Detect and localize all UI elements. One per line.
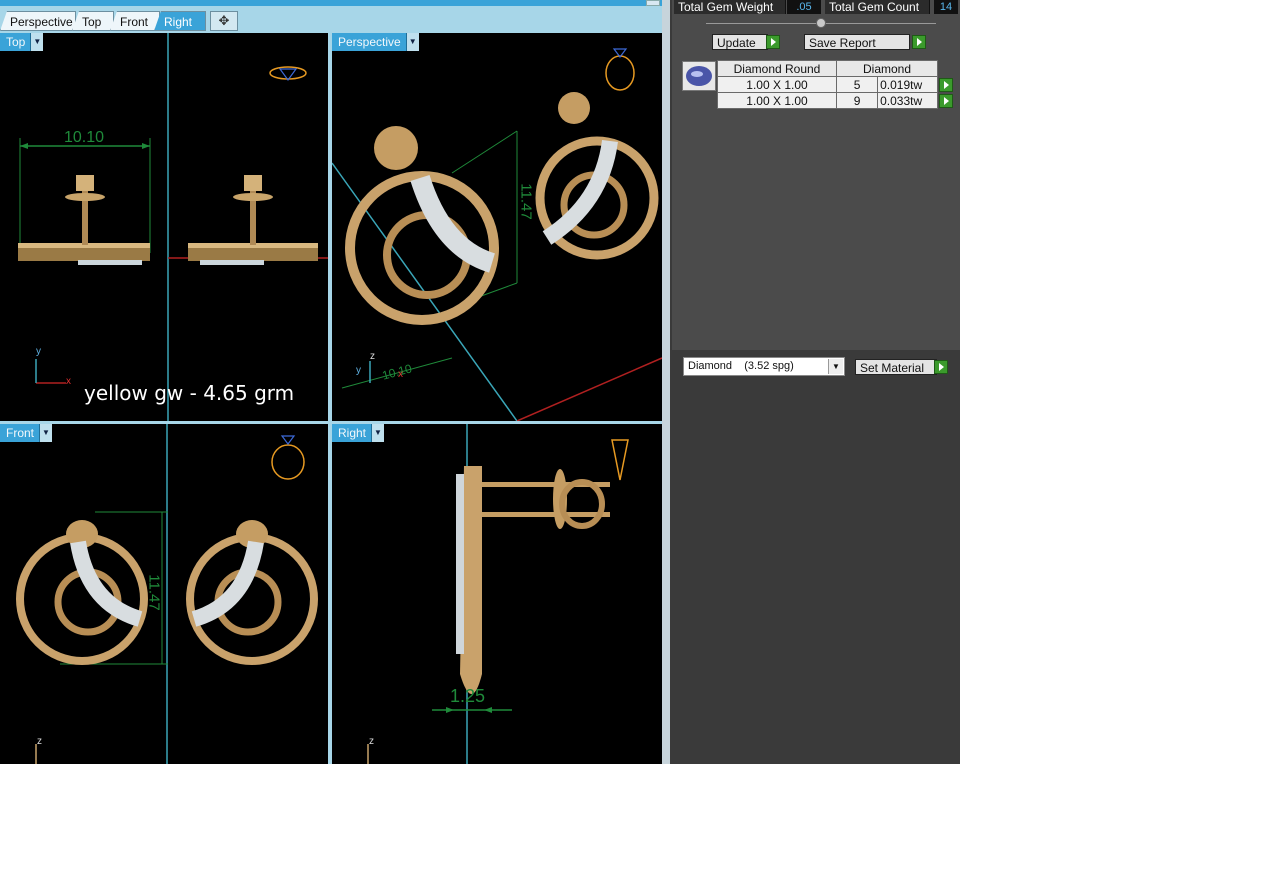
update-play-icon[interactable] [766,35,780,49]
perspective-view-render [332,48,662,421]
viewport-label-right[interactable]: Right ▼ [332,424,385,442]
gem-size: 1.00 X 1.00 [717,76,837,93]
total-gem-count-label: Total Gem Count [825,0,930,14]
chevron-down-icon[interactable]: ▼ [39,424,53,442]
total-gem-weight-value: .05 [787,0,821,14]
axis-label-x: x [66,376,71,387]
view-tab-bar: Perspective Top Front Right ✥ [0,6,662,33]
gem-count: 9 [835,92,879,109]
material-select-value: Diamond (3.52 spg) [688,360,794,372]
tab-perspective[interactable]: Perspective [0,11,76,31]
weight-caption: yellow gw - 4.65 grm [84,381,295,405]
total-gem-weight-label: Total Gem Weight [674,0,786,14]
front-view-render [16,424,318,764]
gem-table: Diamond Round Diamond 1.00 X 1.00 5 0.01… [717,60,955,109]
axis-label-z: z [370,351,375,362]
viewport-area: Top ▼ 10.10 y x yellow gw - 4.65 grm Per… [0,33,662,764]
chevron-down-icon[interactable]: ▼ [371,424,385,442]
diamond-round-icon [686,66,712,86]
row-play-icon[interactable] [939,93,953,108]
dimension-label: 11.47 [517,183,535,220]
gem-table-header-type: Diamond [836,60,938,77]
update-button[interactable]: Update [712,34,768,50]
gem-report-panel: Total Gem Weight .05 Total Gem Count 14 … [670,0,960,764]
plus-icon[interactable]: ✥ [210,11,238,31]
table-row[interactable]: 1.00 X 1.00 9 0.033tw [717,92,955,109]
viewport-top[interactable]: Top ▼ 10.10 y x yellow gw - 4.65 grm [0,33,328,421]
chevron-down-icon[interactable]: ▼ [30,33,44,51]
chevron-down-icon[interactable]: ▼ [828,359,843,374]
set-material-label: Set Material [860,361,925,375]
axis-label-z: z [369,736,374,747]
total-gem-count-value: 14 [934,0,958,14]
gem-count: 5 [835,76,879,93]
set-material-button[interactable]: Set Material [855,359,937,375]
panel-splitter[interactable] [662,0,670,764]
top-view-render [18,33,328,421]
viewport-label-top[interactable]: Top ▼ [0,33,44,51]
gem-report-upper: Total Gem Weight .05 Total Gem Count 14 … [672,0,960,350]
panel-slider-knob[interactable] [816,18,826,28]
set-material-play-icon[interactable] [934,360,948,374]
tab-front[interactable]: Front [110,11,160,31]
tab-top[interactable]: Top [72,11,114,31]
right-view-render [367,424,629,764]
gem-weight: 0.033tw [877,92,938,109]
axis-label-y: y [356,365,361,376]
gem-size: 1.00 X 1.00 [717,92,837,109]
axis-label-y: y [36,346,41,357]
axis-label-x: x [398,369,403,380]
save-report-button[interactable]: Save Report [804,34,910,50]
update-button-label: Update [717,36,756,50]
gem-thumbnail[interactable] [682,61,716,91]
dimension-label: 11.47 [145,574,163,611]
axis-label-z: z [37,736,42,747]
chevron-down-icon[interactable]: ▼ [405,33,419,51]
viewport-label-perspective[interactable]: Perspective ▼ [332,33,419,51]
viewport-label-front[interactable]: Front ▼ [0,424,53,442]
row-play-icon[interactable] [939,77,953,92]
material-select[interactable]: Diamond (3.52 spg) ▼ [683,357,845,376]
tab-right[interactable]: Right [154,11,206,31]
viewport-perspective[interactable]: Perspective ▼ 11.47 10.10 z y x [332,33,662,421]
gem-table-header-shape: Diamond Round [717,60,837,77]
dimension-label: 1.25 [450,686,486,706]
table-row[interactable]: 1.00 X 1.00 5 0.019tw [717,76,955,93]
viewport-right[interactable]: Right ▼ 1.25 z [332,424,662,764]
viewport-front[interactable]: Front ▼ 11.47 z [0,424,328,764]
save-report-label: Save Report [809,36,876,50]
save-report-play-icon[interactable] [912,35,926,49]
gem-weight: 0.019tw [877,76,938,93]
dimension-label: 10.10 [64,129,105,146]
